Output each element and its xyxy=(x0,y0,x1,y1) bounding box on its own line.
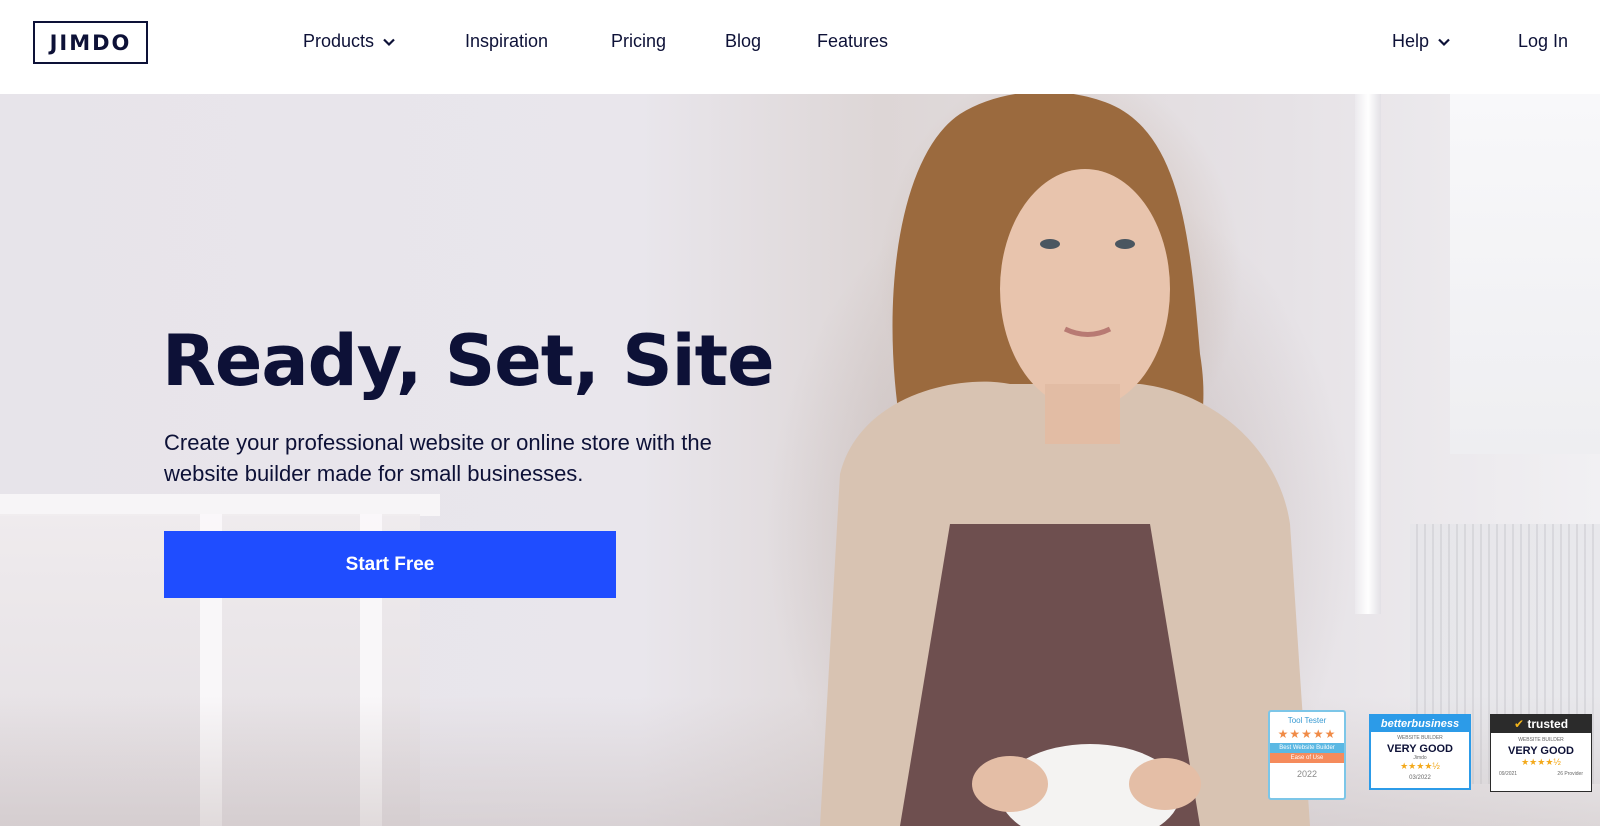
trusted-verdict: VERY GOOD xyxy=(1507,745,1575,757)
tooltester-brand: Tool Tester xyxy=(1287,716,1327,725)
nav-blog[interactable]: Blog xyxy=(725,31,761,52)
betterbusiness-date: 03/2022 xyxy=(1409,775,1431,781)
nav-products[interactable]: Products xyxy=(303,31,397,52)
rating-stars-icon: ★★★★½ xyxy=(1400,761,1440,771)
nav-features[interactable]: Features xyxy=(817,31,888,52)
chevron-down-icon xyxy=(383,38,395,46)
betterbusiness-badge[interactable]: betterbusiness WEBSITE BUILDER VERY GOOD… xyxy=(1369,714,1471,790)
betterbusiness-brand: betterbusiness xyxy=(1371,716,1469,732)
trusted-providers: 26 Provider xyxy=(1557,771,1583,777)
trusted-header: ✔ trusted xyxy=(1491,715,1591,733)
tooltester-year: 2022 xyxy=(1296,769,1318,779)
chevron-down-icon xyxy=(1438,38,1450,46)
check-shield-icon: ✔ xyxy=(1513,717,1525,731)
jimdo-logo[interactable]: JIMDO xyxy=(33,21,148,64)
rating-stars-icon: ★★★★★ xyxy=(1277,727,1337,741)
hero-headline: Ready, Set, Site xyxy=(162,320,775,402)
nav-login[interactable]: Log In xyxy=(1518,31,1568,52)
tooltester-title: Best Website Builder xyxy=(1270,743,1344,753)
nav-inspiration[interactable]: Inspiration xyxy=(465,31,548,52)
trusted-date: 09/2021 xyxy=(1499,771,1518,777)
site-header: JIMDO Products Inspiration Pricing Blog … xyxy=(0,0,1600,94)
trusted-category: WEBSITE BUILDER xyxy=(1518,737,1564,743)
betterbusiness-category: WEBSITE BUILDER xyxy=(1397,735,1443,741)
rating-stars-icon: ★★★★½ xyxy=(1521,757,1561,767)
hero-subtext: Create your professional website or onli… xyxy=(164,430,712,486)
tooltester-badge[interactable]: Tool Tester ★★★★★ Best Website Builder E… xyxy=(1268,710,1346,800)
trusted-footer: 09/2021 26 Provider xyxy=(1491,771,1591,777)
tooltester-subtitle: Ease of Use xyxy=(1270,753,1344,763)
start-free-button[interactable]: Start Free xyxy=(164,531,616,598)
trusted-brand: trusted xyxy=(1527,717,1569,731)
nav-help-label: Help xyxy=(1392,31,1430,51)
nav-help[interactable]: Help xyxy=(1392,31,1452,52)
betterbusiness-verdict: VERY GOOD xyxy=(1386,743,1454,755)
nav-products-label: Products xyxy=(303,31,375,51)
trusted-badge[interactable]: ✔ trusted WEBSITE BUILDER VERY GOOD ★★★★… xyxy=(1490,714,1592,792)
hero-section: Ready, Set, Site Create your professiona… xyxy=(0,94,1600,826)
nav-pricing[interactable]: Pricing xyxy=(611,31,666,52)
